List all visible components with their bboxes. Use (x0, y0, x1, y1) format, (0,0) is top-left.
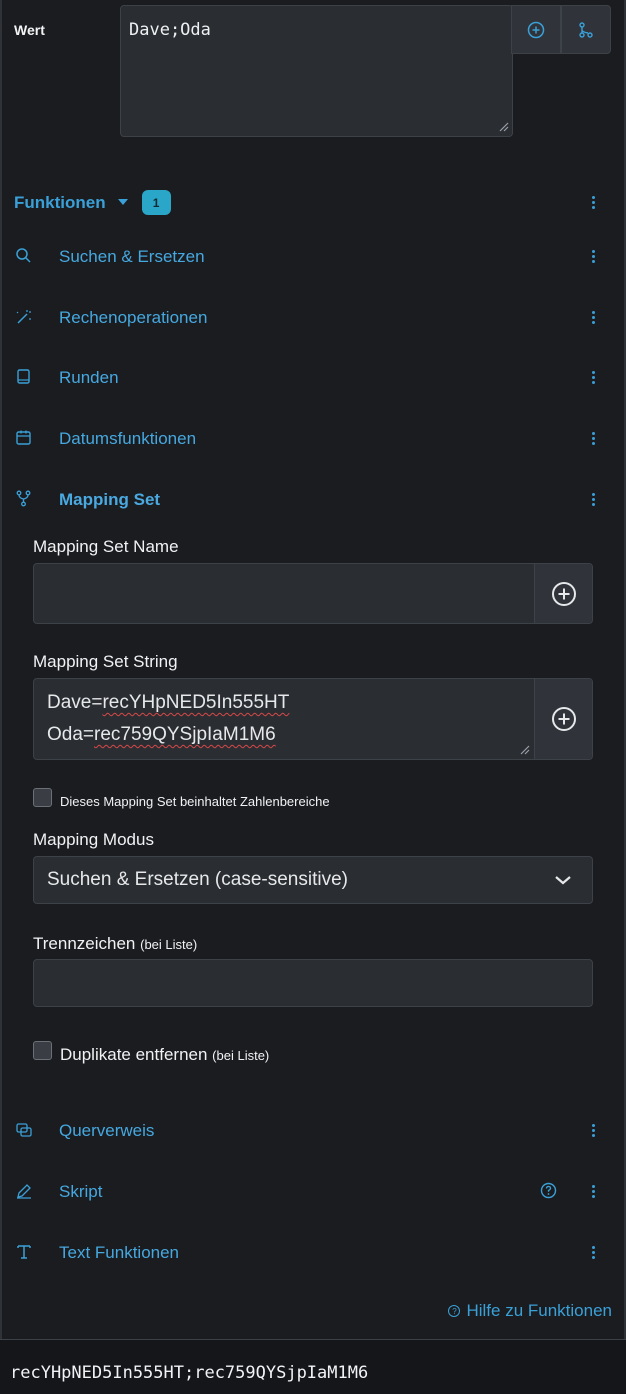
function-item-label[interactable]: Skript (59, 1182, 102, 1202)
help-circle-icon[interactable] (540, 1182, 557, 1199)
dedupe-hint: (bei Liste) (212, 1048, 270, 1063)
function-item-mapping-set[interactable]: Mapping Set (0, 485, 626, 515)
function-menu-icon[interactable] (586, 1182, 600, 1200)
text-icon (17, 1245, 31, 1259)
function-menu-icon[interactable] (586, 490, 600, 508)
mapping-set-string-label: Mapping Set String (33, 652, 178, 671)
function-menu-icon[interactable] (586, 247, 600, 265)
mapping-key: Oda= (47, 724, 95, 745)
chevron-down-icon[interactable] (554, 871, 572, 889)
function-item-script[interactable]: Skript (0, 1177, 626, 1207)
function-item-math[interactable]: Rechenoperationen (0, 303, 626, 333)
plus-circle-icon (527, 21, 545, 38)
separator-label: Trennzeichen (bei Liste) (33, 934, 197, 954)
mapping-mode-value[interactable]: Suchen & Ersetzen (case-sensitive) (47, 869, 348, 891)
mapping-line: Oda=rec759QYSjpIaM1M6 (47, 719, 289, 751)
result-preview: recYHpNED5In555HT;rec759QYSjpIaM1M6 (0, 1339, 626, 1394)
number-ranges-label[interactable]: Dieses Mapping Set beinhaltet Zahlenbere… (60, 794, 330, 809)
functions-help-link[interactable]: ? Hilfe zu Funktionen (448, 1301, 612, 1321)
function-item-label[interactable]: Text Funktionen (59, 1243, 179, 1263)
mapping-mode-select[interactable]: Suchen & Ersetzen (case-sensitive) (33, 856, 593, 904)
separator-label-text: Trennzeichen (33, 934, 136, 953)
calendar-icon (16, 430, 31, 445)
dedupe-option[interactable]: Duplikate entfernen (bei Liste) (33, 1035, 269, 1065)
mapping-key: Dave= (47, 692, 103, 713)
wert-add-button[interactable] (511, 5, 561, 54)
functions-header[interactable]: Funktionen 1 (14, 190, 171, 215)
separator-input[interactable] (33, 959, 593, 1007)
book-icon (17, 369, 30, 384)
function-menu-icon[interactable] (586, 308, 600, 326)
function-item-label[interactable]: Datumsfunktionen (59, 429, 196, 449)
wert-label: Wert (14, 22, 45, 38)
mapping-value: recYHpNED5In555HT (102, 692, 290, 713)
dedupe-checkbox[interactable] (33, 1040, 52, 1060)
function-item-label[interactable]: Mapping Set (59, 490, 160, 510)
wert-value[interactable]: Dave;Oda (129, 20, 211, 40)
plus-circle-icon (551, 707, 576, 731)
wert-branch-button[interactable] (561, 5, 611, 54)
function-item-label[interactable]: Rechenoperationen (59, 308, 207, 328)
plus-circle-icon (551, 581, 576, 606)
number-ranges-option[interactable]: Dieses Mapping Set beinhaltet Zahlenbere… (33, 786, 330, 809)
resize-grip-icon[interactable] (497, 121, 509, 133)
caret-down-icon[interactable] (117, 197, 128, 208)
fork-icon (16, 490, 31, 507)
functions-title[interactable]: Funktionen (14, 193, 106, 213)
mapping-set-name-input[interactable] (33, 563, 593, 624)
function-item-label[interactable]: Querverweis (59, 1121, 154, 1141)
mapping-set-name-label: Mapping Set Name (33, 537, 179, 556)
function-menu-icon[interactable] (586, 429, 600, 447)
mapping-set-string-add-button[interactable] (534, 679, 592, 759)
function-item-cross-reference[interactable]: Querverweis (0, 1116, 626, 1146)
git-branch-icon (579, 21, 593, 38)
cross-reference-icon (16, 1123, 32, 1137)
mapping-set-string-textarea[interactable]: Dave=recYHpNED5In555HT Oda=rec759QYSjpIa… (33, 678, 593, 760)
resize-grip-icon[interactable] (518, 744, 530, 756)
mapping-value: rec759QYSjpIaM1M6 (94, 724, 276, 745)
function-item-rounding[interactable]: Runden (0, 363, 626, 393)
search-icon (16, 248, 31, 263)
separator-hint: (bei Liste) (140, 937, 198, 952)
function-item-search-replace[interactable]: Suchen & Ersetzen (0, 242, 626, 272)
mapping-set-name-add-button[interactable] (534, 564, 592, 623)
function-item-label[interactable]: Suchen & Ersetzen (59, 247, 205, 267)
function-menu-icon[interactable] (586, 1243, 600, 1261)
function-menu-icon[interactable] (586, 1121, 600, 1139)
function-menu-icon[interactable] (586, 368, 600, 386)
result-value: recYHpNED5In555HT;rec759QYSjpIaM1M6 (10, 1363, 369, 1383)
mapping-line: Dave=recYHpNED5In555HT (47, 687, 289, 719)
wert-textarea[interactable]: Dave;Oda (120, 5, 513, 137)
number-ranges-checkbox[interactable] (33, 788, 52, 807)
help-icon: ? (448, 1305, 461, 1317)
magic-wand-icon (16, 310, 31, 324)
function-item-label[interactable]: Runden (59, 368, 119, 388)
functions-menu-icon[interactable] (586, 193, 600, 211)
mapping-set-string-content[interactable]: Dave=recYHpNED5In555HT Oda=rec759QYSjpIa… (47, 687, 289, 751)
functions-count-badge: 1 (141, 190, 171, 215)
dedupe-label[interactable]: Duplikate entfernen (bei Liste) (60, 1045, 269, 1065)
functions-help-label[interactable]: Hilfe zu Funktionen (466, 1301, 612, 1321)
function-item-date[interactable]: Datumsfunktionen (0, 424, 626, 454)
pencil-icon (17, 1184, 31, 1199)
function-item-text[interactable]: Text Funktionen (0, 1238, 626, 1268)
mapping-mode-label: Mapping Modus (33, 830, 154, 849)
dedupe-label-text[interactable]: Duplikate entfernen (60, 1045, 207, 1064)
